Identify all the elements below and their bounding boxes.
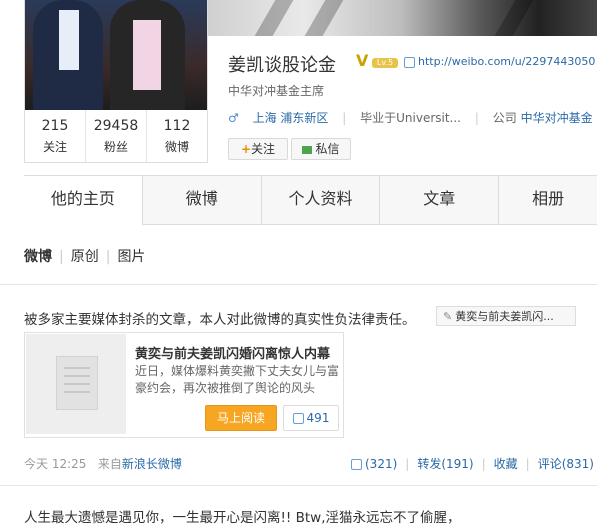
- thumbs-up-icon: [292, 413, 304, 424]
- education-text[interactable]: 毕业于Universit...: [360, 111, 461, 125]
- post-text: 被多家主要媒体封杀的文章，本人对此微博的真实性负法律责任。: [24, 312, 416, 328]
- article-title[interactable]: 黄奕与前夫姜凯闪婚闪离惊人内幕: [135, 343, 330, 362]
- stat-value: 215: [41, 118, 69, 134]
- like-count: (321): [365, 457, 398, 471]
- tab-articles[interactable]: 文章: [380, 176, 500, 224]
- profile-bio: 中华对冲基金主席: [228, 84, 325, 98]
- stat-label: 粉丝: [103, 140, 128, 154]
- location-link[interactable]: 上海 浦东新区: [253, 111, 329, 125]
- separator: |: [474, 111, 479, 125]
- profile-meta: ♂ 上海 浦东新区 | 毕业于Universit... | 公司 中华对冲基金: [228, 109, 593, 126]
- filter-original[interactable]: 原创: [71, 249, 99, 265]
- article-link-label: 黄奕与前夫姜凯闪...: [455, 310, 554, 323]
- profile-url: http://weibo.com/u/2297443050: [418, 55, 596, 68]
- separator: |: [105, 249, 111, 265]
- tab-home[interactable]: 他的主页: [24, 176, 143, 226]
- profile-cover: 215 关注 29458 粉丝 112 微博 姜凯谈股论金 V Lv.5 htt…: [0, 0, 597, 175]
- comment-button[interactable]: 评论(831): [538, 457, 594, 471]
- favorite-button[interactable]: 收藏: [494, 457, 518, 471]
- divider: [0, 284, 597, 285]
- stat-value: 29458: [93, 118, 139, 134]
- filter-images[interactable]: 图片: [117, 249, 145, 265]
- plus-icon: +: [240, 142, 252, 156]
- tab-albums[interactable]: 相册: [499, 176, 597, 224]
- profile-url-link[interactable]: http://weibo.com/u/2297443050: [404, 55, 595, 68]
- cover-image: [205, 0, 597, 36]
- tab-profile-info[interactable]: 个人资料: [262, 176, 381, 224]
- profile-stats: 215 关注 29458 粉丝 112 微博: [24, 110, 208, 163]
- separator: |: [342, 111, 347, 125]
- follow-label: 关注: [251, 142, 276, 156]
- read-now-button[interactable]: 马上阅读: [205, 405, 277, 431]
- post-time[interactable]: 今天 12:25: [24, 457, 86, 471]
- follow-button[interactable]: +关注: [228, 138, 288, 160]
- divider: [0, 485, 597, 486]
- article-description: 近日，媒体爆料黄奕撇下丈夫女儿与富豪约会，再次被推倒了舆论的风头: [135, 364, 340, 395]
- article-like-count: 491: [306, 411, 330, 425]
- filter-all[interactable]: 微博: [24, 249, 52, 265]
- post-source-link[interactable]: 新浪长微博: [122, 457, 182, 471]
- separator: |: [59, 249, 64, 265]
- profile-tabs: 他的主页 微博 个人资料 文章 相册: [24, 175, 597, 226]
- message-button[interactable]: 私信: [291, 138, 351, 160]
- article-card[interactable]: 黄奕与前夫姜凯闪婚闪离惊人内幕 近日，媒体爆料黄奕撇下丈夫女儿与富豪约会，再次被…: [24, 332, 344, 438]
- repost-button[interactable]: 转发(191): [417, 457, 473, 471]
- separator: |: [481, 457, 486, 471]
- feed-filter: 微博 | 原创 | 图片: [24, 246, 145, 266]
- male-icon: ♂: [228, 111, 239, 125]
- stat-label: 关注: [42, 140, 67, 154]
- level-badge[interactable]: Lv.5: [372, 58, 398, 68]
- article-link-chip[interactable]: ✎ 黄奕与前夫姜凯闪...: [436, 306, 576, 326]
- post-text: 人生最大遗憾是遇见你，一生最开心是闪离!! Btw,淫猫永远忘不了偷腥，: [24, 510, 461, 526]
- post-actions: (321) | 转发(191) | 收藏 | 评论(831): [351, 455, 594, 472]
- stat-label: 微博: [164, 140, 189, 154]
- link-icon: [404, 56, 415, 68]
- separator: |: [405, 457, 410, 471]
- stat-value: 112: [163, 118, 191, 134]
- post-meta: 今天 12:25 来自新浪长微博: [24, 455, 182, 472]
- tab-weibo[interactable]: 微博: [143, 176, 262, 224]
- article-like-button[interactable]: 491: [283, 405, 339, 431]
- stat-following[interactable]: 215 关注: [25, 110, 86, 162]
- company-link[interactable]: 中华对冲基金: [521, 111, 593, 125]
- like-button[interactable]: (321): [351, 457, 397, 471]
- company-label: 公司: [492, 111, 517, 125]
- edit-icon: ✎: [443, 310, 453, 323]
- stat-followers[interactable]: 29458 粉丝: [86, 110, 147, 162]
- profile-name: 姜凯谈股论金: [228, 55, 336, 76]
- thumbs-up-icon: [351, 459, 362, 470]
- verified-icon[interactable]: V: [356, 51, 368, 70]
- separator: |: [525, 457, 530, 471]
- message-label: 私信: [315, 142, 340, 156]
- stat-posts[interactable]: 112 微博: [147, 110, 207, 162]
- article-thumbnail: [26, 334, 126, 434]
- mail-icon: [302, 145, 313, 154]
- avatar[interactable]: [24, 0, 208, 110]
- document-icon: [56, 356, 98, 410]
- source-prefix: 来自: [97, 457, 122, 471]
